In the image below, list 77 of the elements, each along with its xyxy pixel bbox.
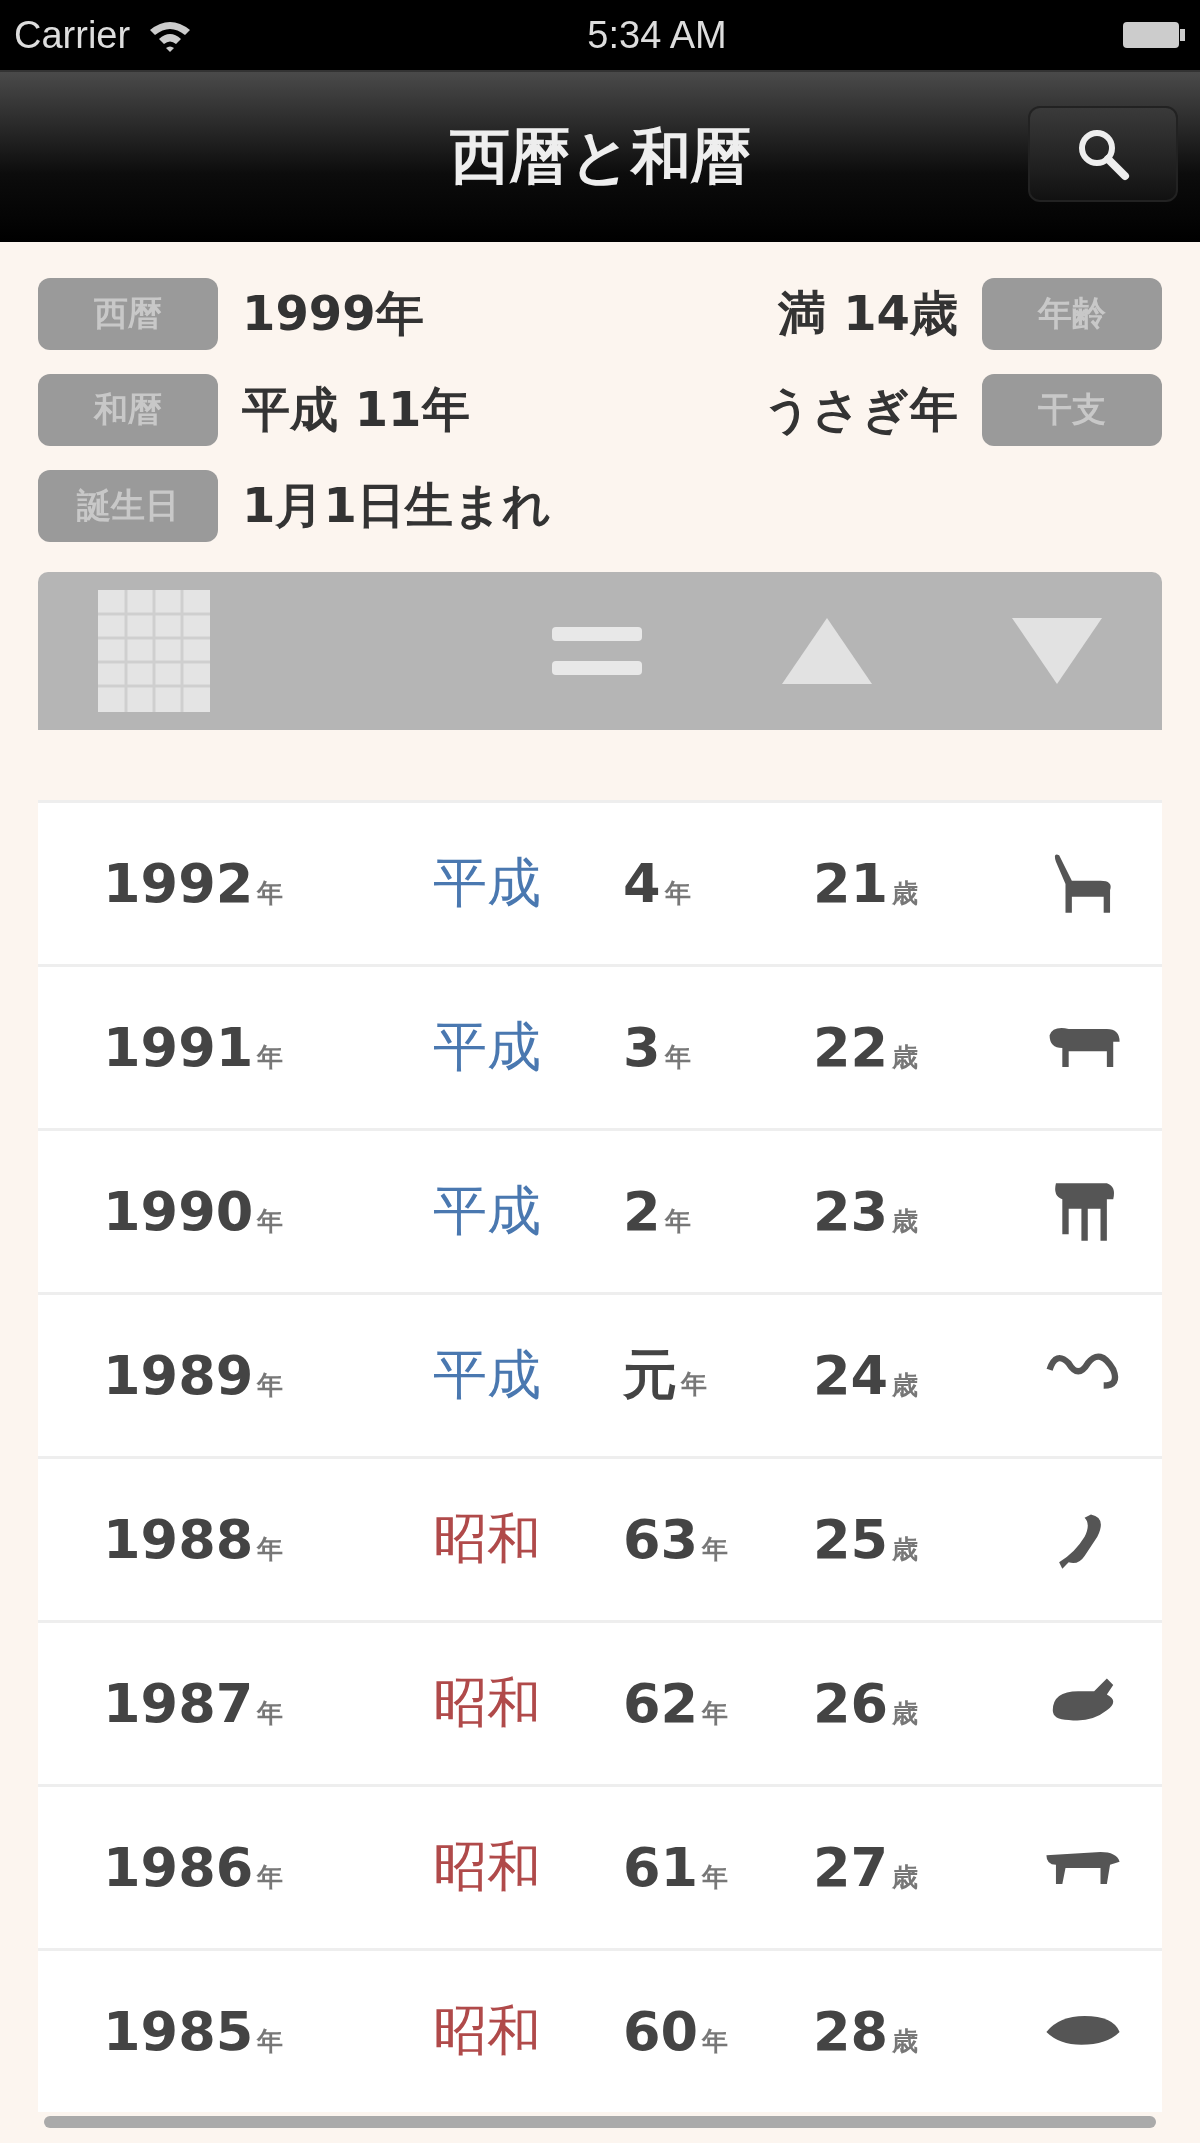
unit-label: 年: [257, 1533, 284, 1566]
unit-label: 年: [664, 877, 691, 910]
grid-icon[interactable]: [98, 590, 210, 712]
era-year: 62: [623, 1672, 699, 1735]
carrier-label: Carrier: [14, 13, 131, 57]
year-row[interactable]: 1991 年 平成 3 年 22 歳: [38, 964, 1162, 1128]
unit-label: 年: [664, 1205, 691, 1238]
year-row[interactable]: 1988 年 昭和 63 年 25 歳: [38, 1456, 1162, 1620]
unit-label: 歳: [892, 2025, 919, 2058]
era-name: 昭和: [433, 1998, 541, 2064]
era-year: 3: [623, 1016, 661, 1079]
age-value: 24: [813, 1344, 889, 1407]
era-name: 昭和: [433, 1834, 541, 1900]
year-row[interactable]: 1989 年 平成 元年 24 歳: [38, 1292, 1162, 1456]
era-name: 平成: [433, 850, 541, 916]
battery-icon: [1122, 20, 1186, 50]
clock-time: 5:34 AM: [587, 13, 727, 57]
era-year: 60: [623, 2000, 699, 2063]
era-name: 昭和: [433, 1670, 541, 1736]
year-row[interactable]: 1992 年 平成 4 年 21 歳: [38, 800, 1162, 964]
unit-label: 年: [702, 1533, 729, 1566]
age-value: 28: [813, 2000, 889, 2063]
year-value: 1988: [103, 1508, 254, 1571]
down-arrow-icon[interactable]: [1012, 618, 1102, 684]
field-value: 1月1日生まれ: [242, 476, 551, 535]
field-value: 満 14歳: [778, 284, 958, 343]
unit-label: 歳: [892, 1205, 919, 1238]
field-value: うさぎ年: [763, 380, 958, 439]
year-value: 1992: [103, 852, 254, 915]
year-value: 1991: [103, 1016, 254, 1079]
era-name: 平成: [433, 1342, 541, 1408]
year-value: 1989: [103, 1344, 254, 1407]
year-value: 1987: [103, 1672, 254, 1735]
year-row[interactable]: 1990年 平成 2 年 23 歳: [38, 1128, 1162, 1292]
era-year: 2: [623, 1180, 661, 1243]
unit-label: 歳: [892, 877, 919, 910]
era-name: 昭和: [433, 1506, 541, 1572]
unit-label: 歳: [892, 1369, 919, 1402]
age-value: 25: [813, 1508, 889, 1571]
era-year: 4: [623, 852, 661, 915]
age-value: 23: [813, 1180, 889, 1243]
era-name: 平成: [433, 1178, 541, 1244]
age-value: 21: [813, 852, 889, 915]
year-row[interactable]: 1986年 昭和 61 年 27 歳: [38, 1784, 1162, 1948]
field-value: 平成 11年: [242, 380, 470, 439]
unit-label: 歳: [892, 1041, 919, 1074]
unit-label: 年: [257, 1205, 284, 1238]
year-value: 1985: [103, 2000, 254, 2063]
unit-label: 歳: [892, 1697, 919, 1730]
age-value: 27: [813, 1836, 889, 1899]
unit-label: 年: [257, 1697, 284, 1730]
era-year: 63: [623, 1508, 699, 1571]
unit-label: 歳: [892, 1533, 919, 1566]
unit-label: 年: [257, 1369, 284, 1402]
unit-label: 年: [257, 1041, 284, 1074]
field-value: 1999年: [242, 284, 424, 343]
unit-label: 歳: [892, 1861, 919, 1894]
year-value: 1990: [103, 1180, 254, 1243]
unit-label: 年: [702, 1861, 729, 1894]
unit-label: 年: [702, 2025, 729, 2058]
year-row[interactable]: 1985 年 昭和 60年 28 歳: [38, 1948, 1162, 2112]
year-row[interactable]: 1987 年 昭和 62 年 26 歳: [38, 1620, 1162, 1784]
unit-label: 年: [257, 2025, 284, 2058]
era-name: 平成: [433, 1014, 541, 1080]
year-value: 1986: [103, 1836, 254, 1899]
nav-title: 西暦と和暦: [449, 119, 751, 193]
era-year: 元: [623, 1342, 677, 1408]
unit-label: 年: [664, 1041, 691, 1074]
unit-label: 年: [257, 1861, 284, 1894]
era-year: 61: [623, 1836, 699, 1899]
age-value: 26: [813, 1672, 889, 1735]
up-arrow-icon[interactable]: [782, 618, 872, 684]
unit-label: 年: [681, 1368, 707, 1401]
unit-label: 年: [702, 1697, 729, 1730]
age-value: 22: [813, 1016, 889, 1079]
search-button[interactable]: [1028, 106, 1178, 202]
unit-label: 年: [257, 877, 284, 910]
